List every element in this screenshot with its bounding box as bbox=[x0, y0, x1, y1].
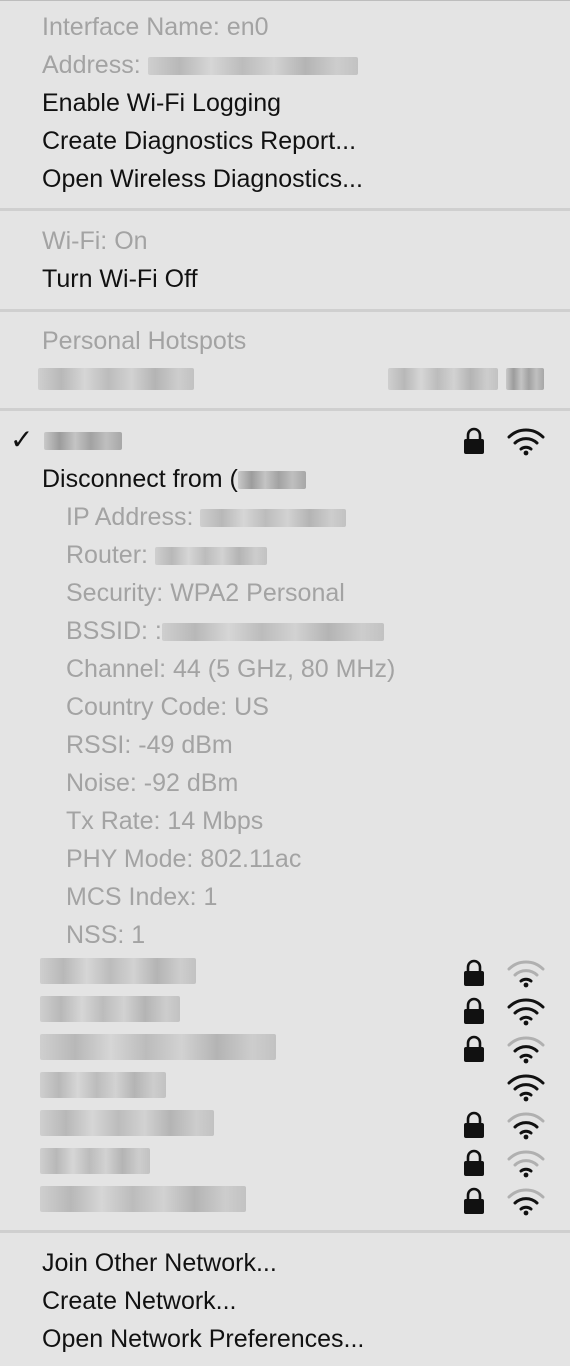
redacted-network-name bbox=[40, 1072, 166, 1098]
detail-bssid: BSSID: : bbox=[66, 612, 384, 650]
detail-channel: Channel: 44 (5 GHz, 80 MHz) bbox=[66, 655, 396, 683]
enable-wifi-logging-item[interactable]: Enable Wi-Fi Logging bbox=[42, 84, 281, 122]
wifi-signal-icon bbox=[507, 1112, 545, 1140]
redacted-hotspot-name bbox=[38, 368, 194, 390]
disconnect-item[interactable]: Disconnect from ( bbox=[42, 460, 306, 498]
detail-ip-address: IP Address: bbox=[66, 498, 347, 536]
join-other-network-item[interactable]: Join Other Network... bbox=[42, 1244, 277, 1282]
network-item[interactable] bbox=[0, 992, 570, 1030]
address-row: Address: bbox=[42, 46, 358, 84]
redacted-network-name bbox=[40, 1034, 276, 1060]
current-network-item[interactable]: ✓ bbox=[0, 422, 570, 460]
hotspot-signal-icon bbox=[506, 368, 544, 390]
detail-country-code: Country Code: US bbox=[66, 693, 269, 721]
wifi-signal-icon bbox=[507, 998, 545, 1026]
turn-wifi-off-item[interactable]: Turn Wi-Fi Off bbox=[42, 260, 198, 298]
redacted-network-name bbox=[40, 1110, 214, 1136]
create-diagnostics-report-item[interactable]: Create Diagnostics Report... bbox=[42, 122, 356, 160]
network-item[interactable] bbox=[0, 1030, 570, 1068]
wifi-signal-icon bbox=[507, 1036, 545, 1064]
redacted-network-name bbox=[237, 471, 306, 490]
open-network-preferences-item[interactable]: Open Network Preferences... bbox=[42, 1320, 364, 1358]
wifi-signal-icon bbox=[507, 428, 545, 456]
checkmark-icon: ✓ bbox=[10, 424, 34, 455]
redacted-ip bbox=[200, 509, 347, 528]
network-item[interactable] bbox=[0, 954, 570, 992]
detail-phy-mode: PHY Mode: 802.11ac bbox=[66, 845, 302, 873]
open-wireless-diagnostics-item[interactable]: Open Wireless Diagnostics... bbox=[42, 160, 363, 198]
wifi-signal-icon bbox=[507, 1150, 545, 1178]
lock-icon bbox=[464, 959, 484, 986]
redacted-address bbox=[147, 57, 358, 76]
redacted-network-name bbox=[44, 432, 122, 450]
separator bbox=[0, 1230, 570, 1233]
lock-icon bbox=[464, 1149, 484, 1176]
lock-icon bbox=[464, 1111, 484, 1138]
wifi-status-menu: Interface Name: en0 Address: Enable Wi-F… bbox=[0, 0, 570, 1366]
network-item[interactable] bbox=[0, 1182, 570, 1220]
personal-hotspots-header: Personal Hotspots bbox=[42, 327, 247, 355]
lock-icon bbox=[464, 1035, 484, 1062]
network-item[interactable] bbox=[0, 1068, 570, 1106]
lock-icon bbox=[464, 1187, 484, 1214]
wifi-signal-icon bbox=[507, 1188, 545, 1216]
redacted-network-name bbox=[40, 1148, 150, 1174]
redacted-bssid bbox=[161, 623, 384, 642]
hotspot-item[interactable] bbox=[0, 362, 570, 400]
detail-mcs-index: MCS Index: 1 bbox=[66, 883, 218, 911]
redacted-router bbox=[154, 547, 267, 566]
detail-tx-rate: Tx Rate: 14 Mbps bbox=[66, 807, 264, 835]
network-item[interactable] bbox=[0, 1106, 570, 1144]
redacted-hotspot-info bbox=[388, 368, 498, 390]
lock-icon bbox=[464, 427, 484, 454]
separator bbox=[0, 208, 570, 211]
redacted-network-name bbox=[40, 1186, 246, 1212]
disconnect-label: Disconnect from ( bbox=[42, 465, 238, 493]
lock-icon bbox=[464, 997, 484, 1024]
redacted-network-name bbox=[40, 996, 180, 1022]
separator bbox=[0, 309, 570, 312]
address-label: Address: bbox=[42, 51, 141, 79]
detail-nss: NSS: 1 bbox=[66, 921, 146, 949]
detail-router: Router: bbox=[66, 536, 267, 574]
wifi-signal-icon bbox=[507, 960, 545, 988]
interface-name-label: Interface Name: en0 bbox=[42, 13, 269, 41]
detail-security: Security: WPA2 Personal bbox=[66, 579, 345, 607]
redacted-network-name bbox=[40, 958, 196, 984]
network-item[interactable] bbox=[0, 1144, 570, 1182]
separator bbox=[0, 408, 570, 411]
detail-noise: Noise: -92 dBm bbox=[66, 769, 239, 797]
wifi-signal-icon bbox=[507, 1074, 545, 1102]
create-network-item[interactable]: Create Network... bbox=[42, 1282, 237, 1320]
wifi-status-label: Wi-Fi: On bbox=[42, 227, 148, 255]
detail-rssi: RSSI: -49 dBm bbox=[66, 731, 233, 759]
